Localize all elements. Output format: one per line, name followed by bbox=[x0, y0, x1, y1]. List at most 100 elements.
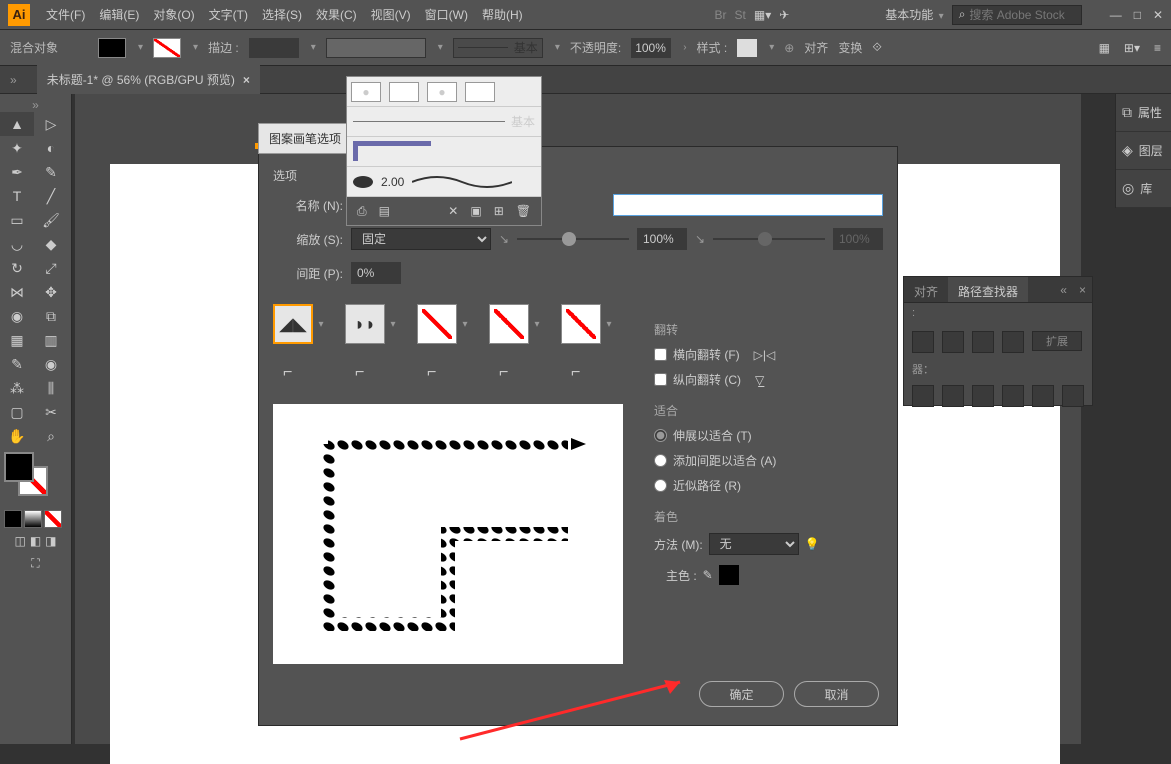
option-icon-2[interactable]: ⊞▾ bbox=[1124, 41, 1140, 55]
brush-delete-icon[interactable]: 🗑 bbox=[516, 204, 531, 218]
cancel-button[interactable]: 取消 bbox=[794, 681, 879, 707]
pathfinder-unite[interactable] bbox=[912, 331, 934, 353]
key-color-swatch[interactable] bbox=[719, 565, 739, 585]
tab-align[interactable]: 对齐 bbox=[904, 277, 948, 302]
pathfinder-exclude[interactable] bbox=[1002, 331, 1024, 353]
tile-outer-corner[interactable]: ◗◗ bbox=[345, 304, 385, 344]
menu-file[interactable]: 文件(F) bbox=[40, 2, 91, 27]
blend-tool[interactable]: ◉ bbox=[34, 352, 68, 376]
artboard-tool[interactable]: ▢ bbox=[0, 400, 34, 424]
corner-fit-2[interactable]: ⌐ bbox=[355, 364, 379, 388]
pathfinder-minus-front[interactable] bbox=[942, 331, 964, 353]
draw-normal-icon[interactable]: ◫ bbox=[14, 534, 25, 548]
transform-label[interactable]: 变换 bbox=[838, 39, 862, 56]
tabbar-chevron-icon[interactable]: » bbox=[10, 73, 17, 87]
menu-type[interactable]: 文字(T) bbox=[203, 2, 254, 27]
pathfinder-divide[interactable] bbox=[912, 385, 934, 407]
pathfinder-intersect[interactable] bbox=[972, 331, 994, 353]
brush-options-icon[interactable]: ▣ bbox=[470, 204, 481, 218]
document-tab-close-icon[interactable]: × bbox=[243, 73, 250, 87]
minimize-icon[interactable]: — bbox=[1110, 8, 1122, 22]
search-adobe-stock[interactable]: ⌕ 搜索 Adobe Stock bbox=[952, 5, 1082, 25]
paintbrush-tool[interactable]: 🖌 bbox=[34, 208, 68, 232]
symbol-sprayer-tool[interactable]: ⁂ bbox=[0, 376, 34, 400]
draw-behind-icon[interactable]: ◧ bbox=[30, 534, 41, 548]
bridge-icon[interactable]: Br bbox=[715, 8, 727, 22]
graph-tool[interactable]: ⫼ bbox=[34, 376, 68, 400]
menu-object[interactable]: 对象(O) bbox=[147, 2, 200, 27]
free-transform-tool[interactable]: ✥ bbox=[34, 280, 68, 304]
panel-layers[interactable]: ◈图层 bbox=[1116, 132, 1171, 170]
eyedropper-icon[interactable]: ✎ bbox=[703, 568, 713, 582]
close-icon[interactable]: ✕ bbox=[1153, 8, 1163, 22]
brush-basic-row[interactable]: 基本 bbox=[347, 107, 541, 137]
fit-approx-radio[interactable] bbox=[654, 479, 667, 492]
brush-pattern-row[interactable] bbox=[347, 137, 541, 167]
draw-inside-icon[interactable]: ◨ bbox=[45, 534, 56, 548]
menu-window[interactable]: 窗口(W) bbox=[419, 2, 474, 27]
tile-inner-menu[interactable]: ▾ bbox=[457, 319, 473, 330]
stroke-profile[interactable] bbox=[326, 38, 426, 58]
pathfinder-expand[interactable]: 扩展 bbox=[1032, 331, 1082, 351]
width-tool[interactable]: ⋈ bbox=[0, 280, 34, 304]
corner-fit-4[interactable]: ⌐ bbox=[499, 364, 523, 388]
corner-fit-5[interactable]: ⌐ bbox=[571, 364, 595, 388]
gpu-icon[interactable]: ✈ bbox=[779, 8, 789, 22]
panel-properties[interactable]: ⧉属性 bbox=[1116, 94, 1171, 132]
panel-libraries[interactable]: ◎库 bbox=[1116, 170, 1171, 208]
brush-preset-3[interactable]: ● bbox=[427, 82, 457, 102]
menu-select[interactable]: 选择(S) bbox=[256, 2, 308, 27]
document-tab[interactable]: 未标题-1* @ 56% (RGB/GPU 预览) × bbox=[37, 65, 260, 94]
scale-flip-icon[interactable]: ↘ bbox=[499, 232, 509, 246]
workspace-switcher[interactable]: 基本功能 ▾ bbox=[885, 6, 943, 23]
rotate-tool[interactable]: ↻ bbox=[0, 256, 34, 280]
tile-inner-corner[interactable] bbox=[417, 304, 457, 344]
option-menu-icon[interactable]: ≡ bbox=[1154, 41, 1161, 55]
type-tool[interactable]: T bbox=[0, 184, 34, 208]
scale-mode-select[interactable]: 固定 bbox=[351, 228, 491, 250]
fill-color[interactable] bbox=[4, 452, 34, 482]
brush-remove-icon[interactable]: ✕ bbox=[448, 204, 458, 218]
pathfinder-merge[interactable] bbox=[972, 385, 994, 407]
name-input[interactable] bbox=[613, 194, 883, 216]
corner-fit-1[interactable]: ⌐ bbox=[283, 364, 307, 388]
gradient-tool[interactable]: ▥ bbox=[34, 328, 68, 352]
ok-button[interactable]: 确定 bbox=[699, 681, 784, 707]
brush-definition[interactable]: 基本 bbox=[453, 38, 543, 58]
color-mode-solid[interactable] bbox=[4, 510, 22, 528]
colorize-tip-icon[interactable]: 💡 bbox=[805, 537, 820, 551]
toolbox-chevron-icon[interactable]: » bbox=[0, 98, 71, 112]
eraser-tool[interactable]: ◆ bbox=[34, 232, 68, 256]
tile-end[interactable] bbox=[561, 304, 601, 344]
align-label[interactable]: 对齐 bbox=[804, 39, 828, 56]
direct-selection-tool[interactable]: ▷ bbox=[34, 112, 68, 136]
tile-outer-menu[interactable]: ▾ bbox=[385, 319, 401, 330]
pathfinder-crop[interactable] bbox=[1002, 385, 1024, 407]
menu-view[interactable]: 视图(V) bbox=[365, 2, 417, 27]
perspective-tool[interactable]: ⧉ bbox=[34, 304, 68, 328]
fit-stretch-radio[interactable] bbox=[654, 429, 667, 442]
fit-space-radio[interactable] bbox=[654, 454, 667, 467]
fill-stroke-control[interactable] bbox=[0, 448, 71, 508]
tile-side[interactable]: ◢◣ bbox=[273, 304, 313, 344]
brush-preset-2[interactable] bbox=[389, 82, 419, 102]
pathfinder-minus-back[interactable] bbox=[1062, 385, 1084, 407]
spacing-input[interactable] bbox=[351, 262, 401, 284]
tile-end-menu[interactable]: ▾ bbox=[601, 319, 617, 330]
hand-tool[interactable]: ✋ bbox=[0, 424, 34, 448]
option-icon-1[interactable]: ▦ bbox=[1099, 41, 1110, 55]
brush-preset-1[interactable]: ● bbox=[351, 82, 381, 102]
menu-effect[interactable]: 效果(C) bbox=[310, 2, 363, 27]
shape-builder-tool[interactable]: ◉ bbox=[0, 304, 34, 328]
rectangle-tool[interactable]: ▭ bbox=[0, 208, 34, 232]
zoom-tool[interactable]: ⌕ bbox=[34, 424, 68, 448]
dialog-tab[interactable]: 图案画笔选项 bbox=[258, 123, 352, 154]
selection-tool[interactable]: ▲ bbox=[0, 112, 34, 136]
scale-tool[interactable]: ⤢ bbox=[34, 256, 68, 280]
tile-side-menu[interactable]: ▾ bbox=[313, 319, 329, 330]
arrange-icon[interactable]: ▦▾ bbox=[754, 8, 771, 22]
brush-preset-4[interactable] bbox=[465, 82, 495, 102]
stroke-swatch[interactable] bbox=[153, 38, 181, 58]
maximize-icon[interactable]: □ bbox=[1134, 8, 1141, 22]
eyedropper-tool[interactable]: ✎ bbox=[0, 352, 34, 376]
